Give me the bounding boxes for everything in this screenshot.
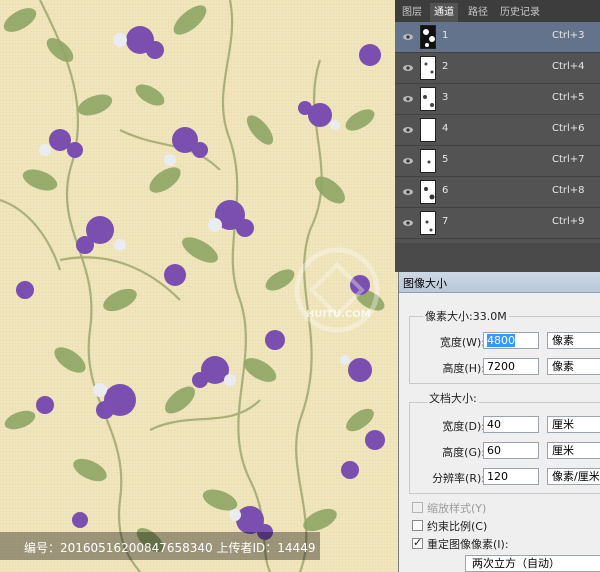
channel-row-7[interactable]: 7 Ctrl+9 [395, 208, 600, 239]
width-unit-select[interactable]: 像素 [547, 332, 600, 349]
document-size-label: 文档大小: [427, 390, 479, 406]
channel-thumbnail [420, 118, 436, 142]
tab-layers[interactable]: 图层 [398, 3, 426, 22]
channel-row-4[interactable]: 4 Ctrl+6 [395, 115, 600, 146]
channel-name: 2 [442, 61, 449, 72]
tab-paths[interactable]: 路径 [464, 3, 492, 22]
resolution-unit-select[interactable]: 像素/厘米 [547, 468, 600, 485]
panel-tab-bar: 图层 通道 路径 历史记录 [395, 0, 600, 23]
tab-history[interactable]: 历史记录 [496, 3, 544, 22]
resample-label: 重定图像像素(I): [427, 538, 509, 551]
resolution-label: 分辨率(R): [432, 472, 485, 485]
channel-name: 5 [442, 154, 449, 165]
channel-shortcut: Ctrl+9 [552, 216, 585, 227]
doc-width-input[interactable]: 40 [483, 416, 539, 433]
channel-row-3[interactable]: 3 Ctrl+5 [395, 84, 600, 115]
channel-shortcut: Ctrl+8 [552, 185, 585, 196]
channel-name: 7 [442, 216, 449, 227]
channel-shortcut: Ctrl+7 [552, 154, 585, 165]
constrain-proportions-checkbox[interactable] [412, 520, 423, 531]
resolution-input[interactable]: 120 [483, 468, 539, 485]
doc-height-unit-select[interactable]: 厘米 [547, 442, 600, 459]
channel-thumbnail [420, 211, 436, 235]
scale-styles-label: 缩放样式(Y) [427, 502, 487, 515]
eye-icon[interactable] [403, 126, 413, 134]
scale-styles-checkbox[interactable] [412, 502, 423, 513]
channel-name: 3 [442, 92, 449, 103]
width-input[interactable]: 4800 [483, 332, 539, 349]
eye-icon[interactable] [403, 157, 413, 165]
doc-height-input[interactable]: 60 [483, 442, 539, 459]
watermark-logo-text: HUITU.COM [306, 309, 371, 320]
channel-thumbnail [420, 25, 436, 49]
tab-channels[interactable]: 通道 [430, 3, 458, 22]
doc-height-label: 高度(G): [442, 446, 485, 459]
width-label: 宽度(W): [439, 336, 485, 349]
height-input[interactable]: 7200 [483, 358, 539, 375]
channel-shortcut: Ctrl+5 [552, 92, 585, 103]
channel-name: 4 [442, 123, 449, 134]
channel-row-1[interactable]: 1 Ctrl+3 [395, 22, 600, 53]
dialog-titlebar[interactable]: 图像大小 [399, 272, 600, 293]
channel-row-2[interactable]: 2 Ctrl+4 [395, 53, 600, 84]
eye-icon[interactable] [403, 219, 413, 227]
channel-name: 1 [442, 30, 449, 41]
channel-shortcut: Ctrl+3 [552, 30, 585, 41]
constrain-proportions-label: 约束比例(C) [427, 520, 488, 533]
channel-thumbnail [420, 56, 436, 80]
image-size-dialog: 图像大小 像素大小:33.0M 宽度(W): 4800 像素 高度(H): 72… [398, 272, 600, 572]
doc-width-unit-select[interactable]: 厘米 [547, 416, 600, 433]
panel-footer [395, 243, 600, 272]
eye-icon[interactable] [403, 188, 413, 196]
channel-row-5[interactable]: 5 Ctrl+7 [395, 146, 600, 177]
channel-row-6[interactable]: 6 Ctrl+8 [395, 177, 600, 208]
doc-width-label: 宽度(D): [442, 420, 485, 433]
watermark-bar: 编号：20160516200847658340 上传者ID：14449 [0, 532, 320, 560]
height-label: 高度(H): [442, 362, 485, 375]
pixel-dimensions-label: 像素大小:33.0M [423, 308, 509, 324]
channels-panel: 图层 通道 路径 历史记录 1 Ctrl+3 2 Ctrl+4 3 Ctrl+5… [395, 0, 600, 272]
eye-icon[interactable] [403, 33, 413, 41]
channel-name: 6 [442, 185, 449, 196]
channel-thumbnail [420, 87, 436, 111]
channel-thumbnail [420, 180, 436, 204]
eye-icon[interactable] [403, 95, 413, 103]
resample-checkbox[interactable] [412, 536, 423, 549]
channel-shortcut: Ctrl+6 [552, 123, 585, 134]
channel-shortcut: Ctrl+4 [552, 61, 585, 72]
height-unit-select[interactable]: 像素 [547, 358, 600, 375]
huitu-watermark-logo [294, 247, 380, 333]
eye-icon[interactable] [403, 64, 413, 72]
watermark-text: 编号：20160516200847658340 上传者ID：14449 [24, 541, 316, 555]
resample-method-select[interactable]: 两次立方（自动） [465, 555, 600, 572]
dialog-title: 图像大小 [403, 277, 447, 290]
channel-thumbnail [420, 149, 436, 173]
